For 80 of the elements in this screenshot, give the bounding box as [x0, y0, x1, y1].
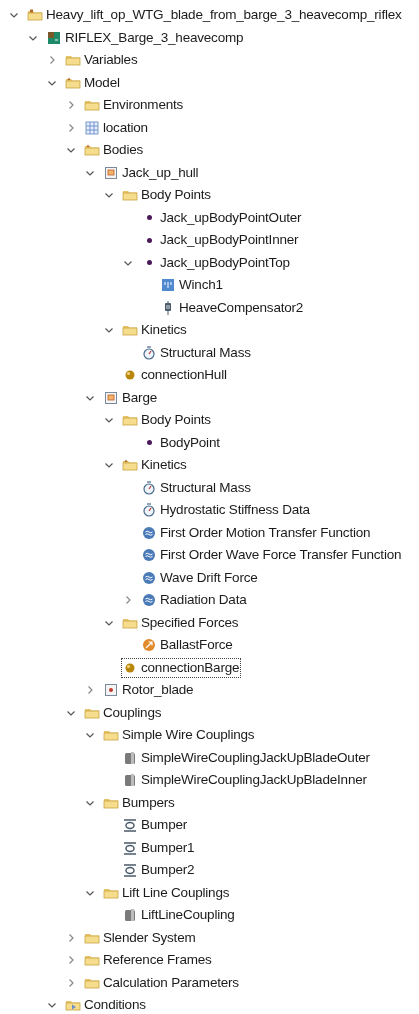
tree-item[interactable]: Kinetics	[141, 456, 187, 475]
wave-icon	[141, 524, 157, 541]
tree-item[interactable]: Jack_upBodyPointOuter	[160, 208, 302, 227]
tree-item[interactable]: Simple Wire Couplings	[122, 726, 255, 745]
tree-item[interactable]: Hydrostatic Stiffness Data	[160, 501, 310, 520]
tree-item[interactable]: Body Points	[141, 186, 211, 205]
tree-item[interactable]: Jack_upBodyPointInner	[160, 231, 299, 250]
tree-item[interactable]: BodyPoint	[160, 433, 220, 452]
clock-icon	[141, 344, 157, 361]
tree-item[interactable]: LiftLineCoupling	[141, 906, 235, 925]
clock-icon	[141, 502, 157, 519]
grid-icon	[84, 119, 100, 136]
folder-icon	[122, 457, 138, 474]
tree-item[interactable]: Conditions	[84, 996, 146, 1014]
model-icon	[46, 29, 62, 46]
dot-icon	[146, 260, 152, 266]
chevron-right-icon[interactable]	[66, 955, 76, 966]
body-icon	[103, 164, 119, 181]
chevron-right-icon[interactable]	[66, 100, 76, 111]
body-icon	[103, 389, 119, 406]
tree-item[interactable]: Structural Mass	[160, 343, 251, 362]
chevron-right-icon[interactable]	[66, 932, 76, 943]
tree-item[interactable]: Bumper1	[141, 838, 195, 857]
cylinder-icon	[122, 907, 138, 924]
tree-item[interactable]: First Order Wave Force Transfer Function	[160, 546, 402, 565]
bumper-icon	[122, 862, 138, 879]
chevron-right-icon[interactable]	[123, 595, 133, 606]
tree-item[interactable]: Radiation Data	[160, 591, 247, 610]
tree-item[interactable]: connectionHull	[141, 366, 227, 385]
tree-item[interactable]: Jack_upBodyPointTop	[160, 253, 290, 272]
tree-item[interactable]: Winch1	[179, 276, 223, 295]
tree-item[interactable]: location	[103, 118, 148, 137]
tree-item[interactable]: Bumper2	[141, 861, 195, 880]
dot-icon	[146, 237, 152, 243]
tree-item[interactable]: Body Points	[141, 411, 211, 430]
winch-icon	[160, 277, 176, 294]
tree-item[interactable]: Slender System	[103, 928, 196, 947]
tree-item[interactable]: Specified Forces	[141, 613, 239, 632]
wave-icon	[141, 547, 157, 564]
tree-item[interactable]: Variables	[84, 51, 138, 70]
tree-item[interactable]: Barge	[122, 388, 158, 407]
tree-item[interactable]: Reference Frames	[103, 951, 212, 970]
tree-item[interactable]: BallastForce	[160, 636, 233, 655]
cylinder-icon	[122, 772, 138, 789]
tree-item[interactable]: Bumper	[141, 816, 188, 835]
folder-icon	[84, 142, 100, 159]
tree-item[interactable]: Wave Drift Force	[160, 568, 258, 587]
tree-item[interactable]: First Order Motion Transfer Function	[160, 523, 371, 542]
tree-item[interactable]: Rotor_blade	[122, 681, 194, 700]
bumper-icon	[122, 839, 138, 856]
tree-item[interactable]: Couplings	[103, 703, 162, 722]
chevron-right-icon[interactable]	[85, 685, 95, 696]
tree-item[interactable]: Model	[84, 73, 120, 92]
tree-item[interactable]: Structural Mass	[160, 478, 251, 497]
tree-item[interactable]: Heavy_lift_op_WTG_blade_from_barge_3_heavecomp_riflex	[46, 6, 402, 25]
tree-item[interactable]: HeaveCompensator2	[179, 298, 304, 317]
chevron-right-icon[interactable]	[47, 55, 57, 66]
dot-icon	[146, 215, 152, 221]
wave-icon	[141, 592, 157, 609]
tree-item[interactable]: SimpleWireCouplingJackUpBladeOuter	[141, 748, 370, 767]
chevron-right-icon[interactable]	[66, 122, 76, 133]
body-icon	[103, 682, 119, 699]
tree-item[interactable]: Calculation Parameters	[103, 973, 239, 992]
cylinder-icon	[122, 749, 138, 766]
tree-item[interactable]: Bumpers	[122, 793, 175, 812]
tree-item[interactable]: Bodies	[103, 141, 144, 160]
clock-icon	[141, 479, 157, 496]
dot-icon	[146, 440, 152, 446]
wave-icon	[141, 569, 157, 586]
tree-item[interactable]: SimpleWireCouplingJackUpBladeInner	[141, 771, 367, 790]
tree-item[interactable]: Environments	[103, 96, 184, 115]
tree-item[interactable]: Lift Line Couplings	[122, 883, 230, 902]
tree-item[interactable]: Kinetics	[141, 321, 187, 340]
tree-item[interactable]: Jack_up_hull	[122, 163, 199, 182]
tree-item[interactable]: connectionBarge	[141, 658, 240, 677]
bumper-icon	[122, 817, 138, 834]
arrow-circle-icon	[141, 637, 157, 654]
folder-icon	[27, 7, 43, 24]
chevron-right-icon[interactable]	[66, 977, 76, 988]
tree-item[interactable]: RIFLEX_Barge_3_heavecomp	[65, 28, 244, 47]
